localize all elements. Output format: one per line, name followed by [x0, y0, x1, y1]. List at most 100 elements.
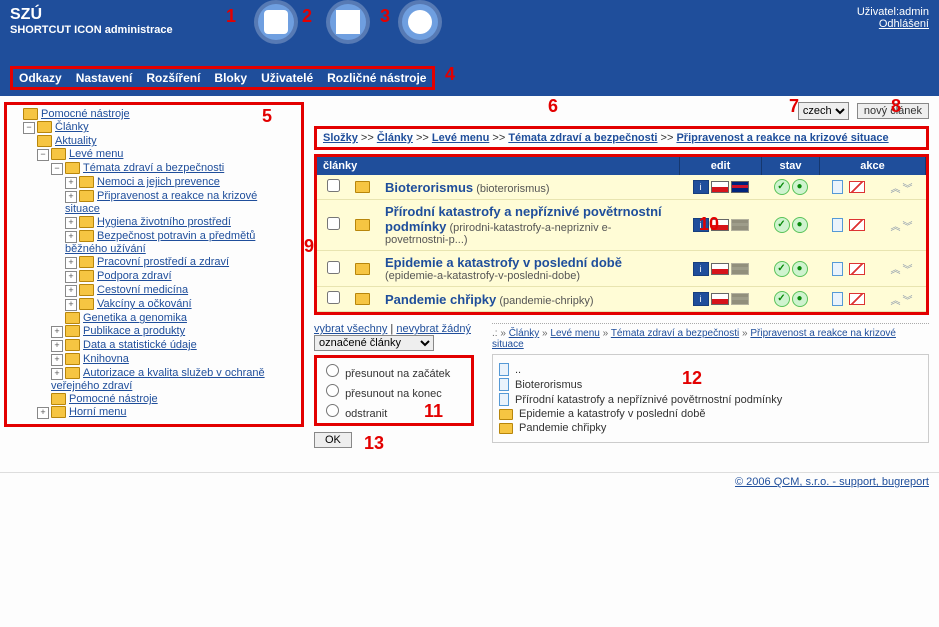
list-item[interactable]: Epidemie a katastrofy v poslední době [499, 408, 922, 420]
tree-knihovna[interactable]: Knihovna [83, 353, 129, 365]
menu-nastroje[interactable]: Rozličné nástroje [327, 71, 426, 85]
menu-odkazy[interactable]: Odkazy [19, 71, 62, 85]
expand-icon[interactable]: + [37, 407, 49, 419]
row-checkbox[interactable] [327, 179, 340, 192]
logout-link[interactable]: Odhlášení [879, 18, 929, 30]
article-title[interactable]: Epidemie a katastrofy v poslední době [385, 255, 622, 270]
tree-tema[interactable]: Témata zdraví a bezpečnosti [83, 162, 224, 174]
expand-icon[interactable]: + [65, 217, 77, 229]
bc-item[interactable]: Články [377, 132, 413, 144]
bc-item[interactable]: Připravenost a reakce na krizové situace [676, 132, 888, 144]
select-all-link[interactable]: vybrat všechny [314, 323, 387, 335]
list-item[interactable]: Pandemie chřipky [499, 422, 922, 434]
move-down-icon[interactable]: ︾ [903, 261, 913, 276]
move-up-icon[interactable]: ︽ [891, 180, 901, 195]
tree-podpora[interactable]: Podpora zdraví [97, 270, 172, 282]
tree-horni[interactable]: Horní menu [69, 406, 126, 418]
status-active-icon[interactable]: ✓ [774, 291, 790, 307]
menu-nastaveni[interactable]: Nastavení [76, 71, 133, 85]
bc-item[interactable]: Složky [323, 132, 358, 144]
status-visible-icon[interactable]: ● [792, 261, 808, 277]
ok-button[interactable]: OK [314, 432, 352, 448]
move-up-icon[interactable]: ︽ [891, 261, 901, 276]
expand-icon[interactable]: + [51, 326, 63, 338]
expand-icon[interactable]: + [65, 285, 77, 297]
move-down-icon[interactable]: ︾ [903, 218, 913, 233]
tree-aktuality[interactable]: Aktuality [55, 135, 97, 147]
status-active-icon[interactable]: ✓ [774, 217, 790, 233]
expand-icon[interactable]: + [65, 231, 77, 243]
expand-icon[interactable]: + [51, 368, 63, 380]
expand-icon[interactable]: + [65, 271, 77, 283]
tree-hygiena[interactable]: Hygiena životního prostředí [97, 216, 231, 228]
stats-icon[interactable] [330, 4, 366, 40]
flag-cz-icon[interactable] [711, 181, 729, 193]
expand-icon[interactable]: + [51, 340, 63, 352]
status-visible-icon[interactable]: ● [792, 179, 808, 195]
tree-pn2[interactable]: Pomocné nástroje [69, 393, 158, 405]
bulk-move-end[interactable] [326, 384, 339, 397]
flag-en-icon[interactable] [731, 293, 749, 305]
document-icon[interactable] [258, 4, 294, 40]
tree-pomocne[interactable]: Pomocné nástroje [41, 108, 130, 120]
footer-link[interactable]: © 2006 QCM, s.r.o. - support, bugreport [735, 476, 929, 488]
bc2-item[interactable]: Články [509, 328, 540, 339]
menu-uzivatele[interactable]: Uživatelé [261, 71, 313, 85]
bulk-delete[interactable] [326, 404, 339, 417]
status-visible-icon[interactable]: ● [792, 217, 808, 233]
tree-autorizace[interactable]: Autorizace a kvalita služeb v ochraně ve… [51, 367, 265, 392]
page-icon[interactable] [832, 180, 843, 194]
collapse-icon[interactable]: − [37, 149, 49, 161]
info-icon[interactable]: i [693, 262, 709, 276]
menu-rozsireni[interactable]: Rozšíření [146, 71, 200, 85]
expand-icon[interactable]: + [65, 257, 77, 269]
info-icon[interactable]: i [693, 292, 709, 306]
page-icon[interactable] [832, 262, 843, 276]
tree-genetika[interactable]: Genetika a genomika [83, 312, 187, 324]
page-icon[interactable] [832, 218, 843, 232]
collapse-icon[interactable]: − [51, 163, 63, 175]
move-down-icon[interactable]: ︾ [903, 180, 913, 195]
flag-cz-icon[interactable] [711, 263, 729, 275]
article-title[interactable]: Bioterorismus [385, 180, 473, 195]
expand-icon[interactable]: + [65, 177, 77, 189]
delete-icon[interactable] [849, 219, 865, 231]
menu-bloky[interactable]: Bloky [214, 71, 247, 85]
flag-en-icon[interactable] [731, 219, 749, 231]
tree-datastat[interactable]: Data a statistické údaje [83, 339, 197, 351]
expand-icon[interactable]: + [65, 299, 77, 311]
tree-pracovni[interactable]: Pracovní prostředí a zdraví [97, 256, 229, 268]
delete-icon[interactable] [849, 263, 865, 275]
bc2-item[interactable]: Levé menu [550, 328, 599, 339]
tree-publikace[interactable]: Publikace a produkty [83, 325, 185, 337]
flag-en-icon[interactable] [731, 181, 749, 193]
delete-icon[interactable] [849, 181, 865, 193]
page-icon[interactable] [832, 292, 843, 306]
bc-item[interactable]: Levé menu [432, 132, 489, 144]
list-item[interactable]: Přírodní katastrofy a nepříznivé povětrn… [499, 393, 922, 406]
flag-cz-icon[interactable] [711, 293, 729, 305]
row-checkbox[interactable] [327, 291, 340, 304]
bulk-mode-select[interactable]: označené články [314, 335, 434, 351]
tree-cestovni[interactable]: Cestovní medicína [97, 284, 188, 296]
tree-vakciny[interactable]: Vakcíny a očkování [97, 298, 192, 310]
info-icon[interactable]: i [693, 180, 709, 194]
expand-icon[interactable]: + [65, 191, 77, 203]
row-checkbox[interactable] [327, 217, 340, 230]
tree-clanky[interactable]: Články [55, 121, 89, 133]
lang-select[interactable]: czech [798, 102, 849, 120]
preview-up[interactable]: .. [515, 364, 521, 376]
bulk-move-start[interactable] [326, 364, 339, 377]
delete-icon[interactable] [849, 293, 865, 305]
expand-icon[interactable]: + [51, 354, 63, 366]
article-title[interactable]: Pandemie chřipky [385, 292, 496, 307]
select-none-link[interactable]: nevybrat žádný [396, 323, 471, 335]
users-icon[interactable] [402, 4, 438, 40]
move-up-icon[interactable]: ︽ [891, 292, 901, 307]
flag-en-icon[interactable] [731, 263, 749, 275]
tree-levemenu[interactable]: Levé menu [69, 148, 123, 160]
row-checkbox[interactable] [327, 261, 340, 274]
move-down-icon[interactable]: ︾ [903, 292, 913, 307]
move-up-icon[interactable]: ︽ [891, 218, 901, 233]
list-item[interactable]: Bioterorismus [499, 378, 922, 391]
